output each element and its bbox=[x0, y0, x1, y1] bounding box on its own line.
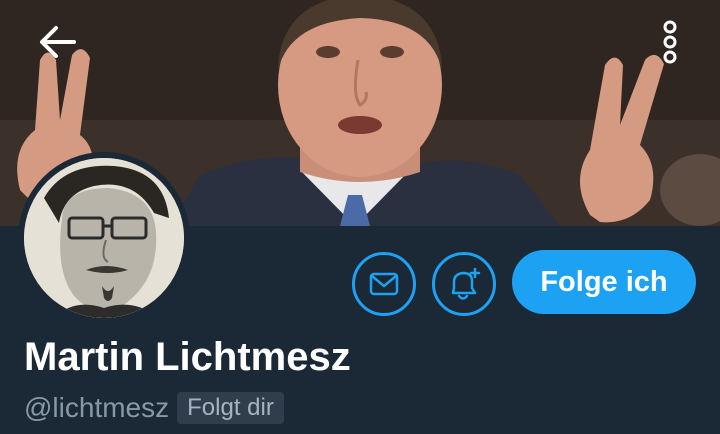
handle-row: @lichtmesz Folgt dir bbox=[24, 390, 284, 426]
follow-button[interactable]: Folge ich bbox=[512, 250, 696, 314]
message-button[interactable] bbox=[352, 252, 416, 316]
follows-you-badge: Folgt dir bbox=[177, 392, 284, 424]
avatar[interactable] bbox=[18, 152, 190, 324]
user-handle: @lichtmesz bbox=[24, 392, 170, 423]
bell-plus-icon bbox=[451, 267, 481, 300]
avatar-photo bbox=[24, 158, 184, 318]
more-options-button[interactable] bbox=[650, 16, 690, 68]
display-name: Martin Lichtmesz bbox=[24, 335, 351, 379]
arrow-left-icon bbox=[40, 26, 76, 58]
notify-button[interactable] bbox=[432, 252, 496, 316]
envelope-icon bbox=[369, 272, 399, 296]
avatar-image bbox=[24, 158, 184, 318]
vertical-dots-icon bbox=[663, 20, 677, 64]
back-button[interactable] bbox=[30, 20, 86, 64]
